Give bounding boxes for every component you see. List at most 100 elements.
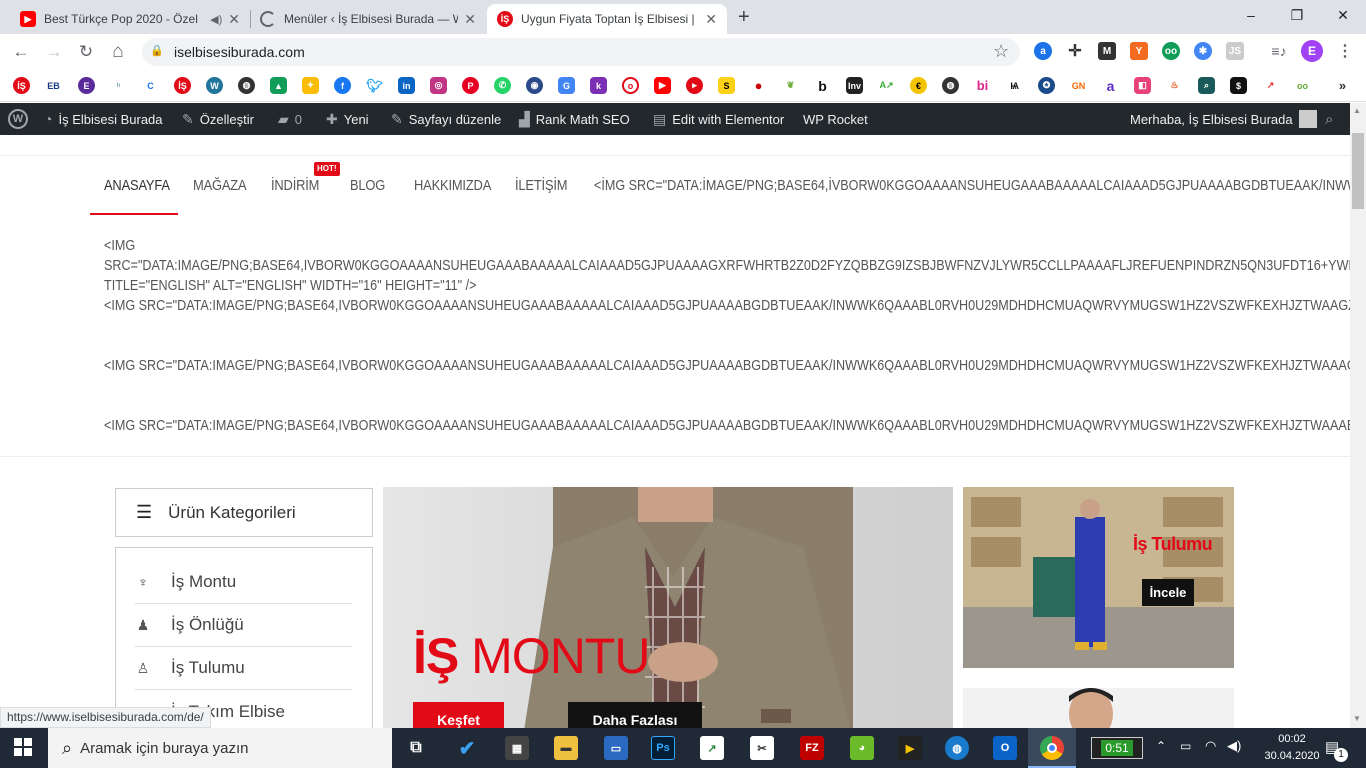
clock[interactable]: 00:02 30.04.2020 (1262, 731, 1322, 765)
bookmark-k-icon[interactable]: k (590, 77, 607, 94)
wordpress-logo-icon[interactable]: W (8, 103, 28, 135)
pc-icon[interactable]: ▭ (604, 736, 628, 760)
forward-button[interactable]: → (44, 42, 64, 62)
bookmark-a-icon[interactable]: a (1102, 77, 1119, 94)
bookmark-b-icon[interactable]: b (814, 77, 831, 94)
back-button[interactable]: ← (11, 42, 31, 62)
tab-youtube[interactable]: ▶ Best Türkçe Pop 2020 - Özel ◀) ✕ (10, 4, 250, 34)
greenshot-icon[interactable]: ◕ (850, 736, 874, 760)
task-view-icon[interactable]: ⧉ (404, 736, 428, 760)
inspect-button[interactable]: İncele (1142, 579, 1194, 606)
bookmark-coin-icon[interactable]: € (910, 77, 927, 94)
m-extension-icon[interactable]: M (1098, 42, 1116, 60)
taskbar-search[interactable]: ⌕ Aramak için buraya yazın (48, 728, 392, 768)
bookmark-globe-icon[interactable]: ◍ (238, 77, 255, 94)
chevron-up-icon[interactable]: ⌃ (1156, 739, 1166, 753)
promo-banner-overall[interactable] (963, 487, 1234, 668)
bookmark-globe2-icon[interactable]: ◍ (942, 77, 959, 94)
outlook-icon[interactable]: O (993, 736, 1017, 760)
chrome-menu-icon[interactable]: ⋮ (1336, 42, 1354, 60)
wp-comments[interactable]: ▰ 0 (278, 103, 302, 135)
scroll-up-icon[interactable]: ▲ (1353, 106, 1361, 115)
broken-image-text[interactable]: <İMG SRC="DATA:İMAGE/PNG;BASE64,İVBORW0K… (594, 177, 1350, 194)
chart-app-icon[interactable]: ↗ (700, 736, 724, 760)
maximize-button[interactable]: ❐ (1274, 0, 1320, 30)
bookmark-translate-icon[interactable]: G (558, 77, 575, 94)
globe-extension-icon[interactable]: ✱ (1194, 42, 1212, 60)
wp-customize[interactable]: ✎ Özelleştir (182, 103, 254, 135)
menu-iletisim[interactable]: İLETİŞİM (515, 177, 568, 194)
bookmark-play-icon[interactable]: ▸ (686, 77, 703, 94)
broken-image-text[interactable]: <IMG SRC="DATA:IMAGE/PNG;BASE64,IVBORW0K… (104, 417, 1350, 434)
bookmark-bug-icon[interactable]: ● (750, 77, 767, 94)
bookmark-c-icon[interactable]: C (142, 77, 159, 94)
bookmark-target-icon[interactable]: o (622, 77, 639, 94)
calculator-icon[interactable]: ▦ (505, 736, 529, 760)
menu-hakkimizda[interactable]: HAKKIMIZDA (414, 177, 491, 194)
bookmark-iselbise-icon[interactable]: İŞ (13, 77, 30, 94)
browser-icon[interactable]: ◍ (945, 736, 969, 760)
minimize-button[interactable]: – (1228, 0, 1274, 30)
close-tab-icon[interactable]: ✕ (228, 11, 240, 28)
bookmark-trend-icon[interactable]: ↗ (1262, 77, 1279, 94)
tab-menus[interactable]: Menüler ‹ İş Elbisesi Burada — W ✕ (250, 4, 486, 34)
menu-magaza[interactable]: MAĞAZA (193, 177, 247, 194)
wp-account[interactable]: Merhaba, İş Elbisesi Burada (1130, 103, 1317, 135)
todo-icon[interactable]: ✔ (455, 736, 479, 760)
bookmark-leaf-icon[interactable]: ❦ (782, 77, 799, 94)
filezilla-icon[interactable]: FZ (800, 736, 824, 760)
wp-rocket[interactable]: WP Rocket (803, 103, 868, 135)
extension-icon[interactable]: a (1034, 42, 1052, 60)
menu-indirim[interactable]: İNDİRİM (271, 177, 319, 194)
bookmark-drive-icon[interactable]: ▲ (270, 77, 287, 94)
wp-new[interactable]: ✚ Yeni (326, 103, 369, 135)
scrollbar-thumb[interactable] (1352, 133, 1364, 209)
volume-icon[interactable]: ◀) (1227, 738, 1241, 754)
new-tab-button[interactable]: + (738, 6, 750, 29)
bookmarks-overflow-icon[interactable]: » (1334, 77, 1351, 94)
bookmark-bulb-icon[interactable]: ✦ (302, 77, 319, 94)
category-header[interactable]: ☰ Ürün Kategorileri (115, 488, 373, 537)
photoshop-icon[interactable]: Ps (651, 736, 675, 760)
bookmark-bi-icon[interactable]: bi (974, 77, 991, 94)
windows-start-icon[interactable] (14, 738, 34, 758)
bookmark-e-icon[interactable]: E (78, 77, 95, 94)
close-tab-icon[interactable]: ✕ (464, 11, 476, 28)
bookmark-star-icon[interactable]: ☆ (993, 41, 1009, 62)
broken-image-text[interactable]: <IMG SRC="DATA:IMAGE/PNG;BASE64,IVBORW0K… (104, 357, 1350, 374)
category-item[interactable]: ♟ İş Önlüğü (135, 604, 352, 647)
wp-edit-page[interactable]: ✎ Sayfayı düzenle (391, 103, 501, 135)
bookmark-iselbise2-icon[interactable]: İŞ (174, 77, 191, 94)
chrome-icon[interactable] (1040, 736, 1064, 760)
bookmark-gn-icon[interactable]: GN (1070, 77, 1087, 94)
bookmark-eb-icon[interactable]: EB (45, 77, 62, 94)
bookmark-dollar-icon[interactable]: $ (1230, 77, 1247, 94)
battery-widget[interactable]: 0:51 (1091, 737, 1143, 759)
reload-button[interactable]: ↻ (76, 42, 96, 62)
snip-icon[interactable]: ✂ (750, 736, 774, 760)
file-explorer-icon[interactable]: ▬ (554, 736, 578, 760)
scroll-down-icon[interactable]: ▼ (1353, 714, 1361, 723)
broken-image-text[interactable]: <IMG SRC="DATA:IMAGE/PNG;BASE64,IVBORW0K… (104, 297, 1350, 314)
category-item[interactable]: ♙ İş Tulumu (135, 647, 352, 690)
speaker-icon[interactable]: ◀) (210, 13, 222, 26)
bookmark-m-icon[interactable]: Ѩ (1006, 77, 1023, 94)
category-item[interactable]: ♆ İş Montu (135, 561, 352, 604)
bookmark-fire-icon[interactable]: ♨ (1166, 77, 1183, 94)
y-extension-icon[interactable]: Y (1130, 42, 1148, 60)
bookmark-world-icon[interactable]: ◉ (526, 77, 543, 94)
bookmark-seal-icon[interactable]: ✪ (1038, 77, 1055, 94)
battery-icon[interactable]: ▭ (1180, 739, 1191, 753)
js-extension-icon[interactable]: JS (1226, 42, 1244, 60)
tab-active[interactable]: İŞ Uygun Fiyata Toptan İş Elbisesi | İ ✕ (487, 4, 727, 34)
bookmark-search-icon[interactable]: ⌕ (1198, 77, 1215, 94)
bookmark-tripadvisor-icon[interactable]: oo (1294, 77, 1311, 94)
menu-anasayfa[interactable]: ANASAYFA (104, 177, 170, 194)
bookmark-whatsapp-icon[interactable]: ✆ (494, 77, 511, 94)
bookmark-s-icon[interactable]: S (718, 77, 735, 94)
bookmark-facebook-icon[interactable]: f (334, 77, 351, 94)
bookmark-linkedin-icon[interactable]: in (398, 77, 415, 94)
bookmark-pink-icon[interactable]: ◧ (1134, 77, 1151, 94)
close-window-button[interactable]: ✕ (1320, 0, 1366, 30)
bookmark-twitter-icon[interactable]: 🐦︎ (366, 77, 383, 94)
